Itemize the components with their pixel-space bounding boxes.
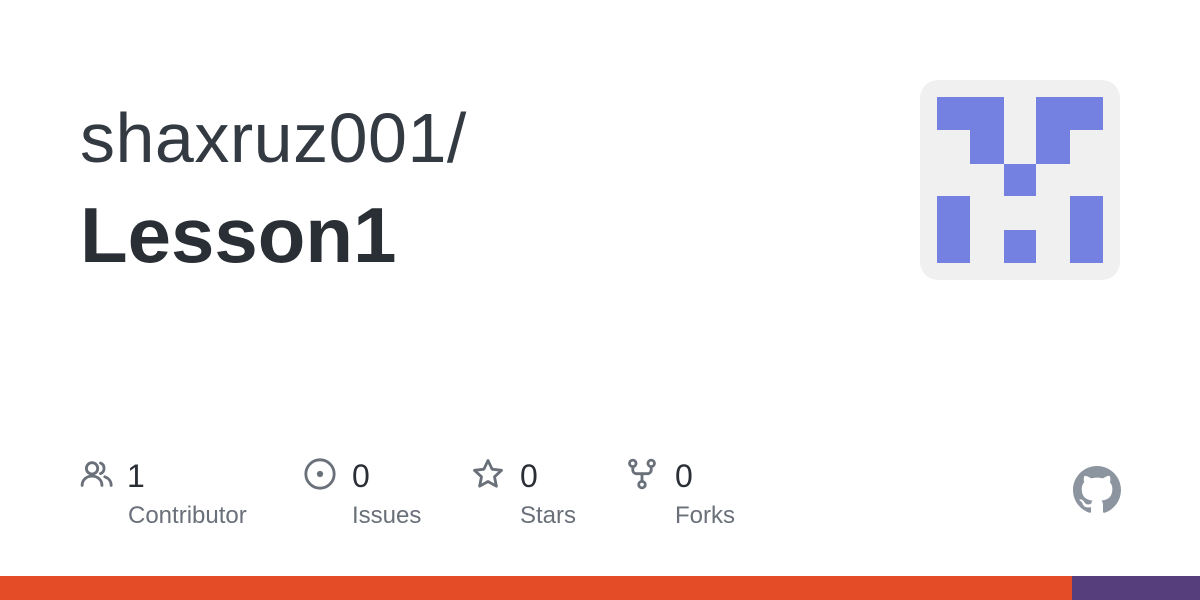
contributors-label: Contributor xyxy=(128,502,247,529)
github-mark-icon[interactable] xyxy=(1073,466,1121,514)
repo-name: Lesson1 xyxy=(80,191,397,279)
repo-forked-icon xyxy=(628,458,656,490)
language-bar-segment xyxy=(0,576,1072,600)
forks-label: Forks xyxy=(675,502,735,529)
identicon-icon xyxy=(920,80,1120,280)
repo-owner: shaxruz001/ xyxy=(80,99,467,177)
owner-avatar xyxy=(920,80,1120,280)
issues-count: 0 xyxy=(352,458,370,494)
stars-label: Stars xyxy=(520,502,577,529)
language-bar xyxy=(0,576,1200,600)
star-icon xyxy=(473,459,503,488)
stars-count: 0 xyxy=(520,458,538,494)
contributors-count: 1 xyxy=(127,458,145,494)
issue-opened-icon xyxy=(304,458,336,490)
issues-label: Issues xyxy=(352,502,422,529)
forks-count: 0 xyxy=(675,458,693,494)
language-bar-segment xyxy=(1071,576,1200,600)
people-icon xyxy=(80,461,113,487)
